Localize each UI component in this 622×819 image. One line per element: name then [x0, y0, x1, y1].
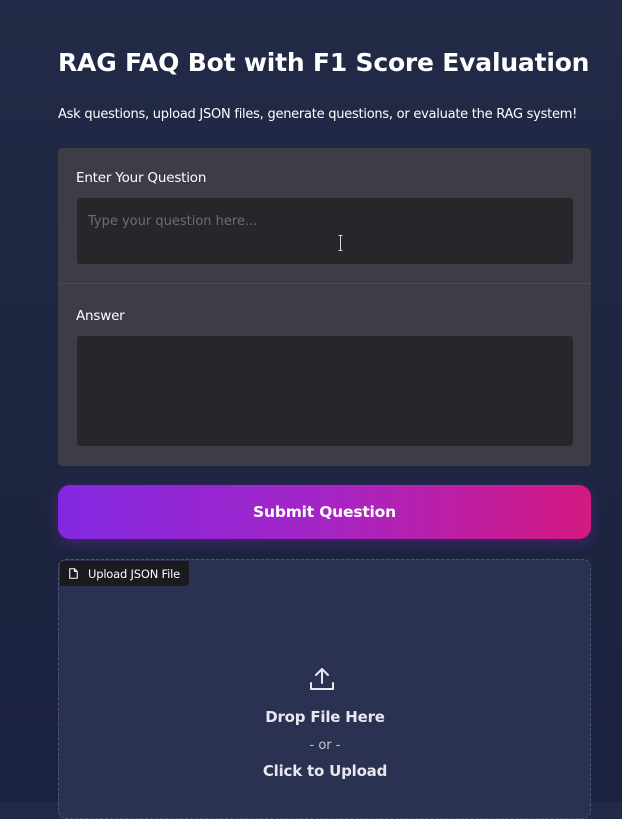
text-cursor-icon — [338, 235, 343, 251]
answer-label: Answer — [76, 308, 125, 324]
page-title: RAG FAQ Bot with F1 Score Evaluation — [58, 48, 590, 77]
question-input[interactable] — [77, 198, 573, 264]
question-label: Enter Your Question — [76, 170, 207, 186]
upload-icon — [310, 668, 334, 690]
page-subtitle: Ask questions, upload JSON files, genera… — [58, 107, 578, 122]
or-separator: - or - — [309, 738, 341, 753]
file-icon — [69, 568, 78, 579]
drop-file-text: Drop File Here — [265, 708, 385, 726]
submit-question-button[interactable]: Submit Question — [58, 485, 591, 539]
click-to-upload-text[interactable]: Click to Upload — [0, 762, 622, 780]
panel-divider — [58, 283, 591, 284]
answer-output — [77, 336, 573, 446]
upload-json-tag: Upload JSON File — [60, 561, 189, 586]
upload-tag-label: Upload JSON File — [88, 566, 180, 581]
